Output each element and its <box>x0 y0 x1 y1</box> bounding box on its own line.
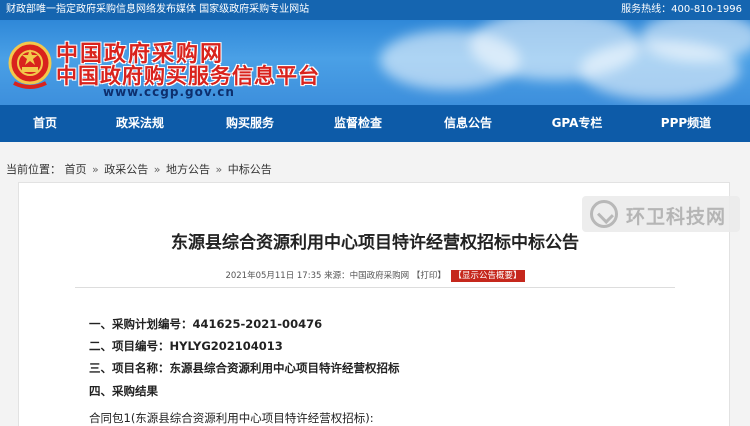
nav-item-services[interactable]: 购买服务 <box>200 105 300 142</box>
article-source: 来源：中国政府采购网 <box>324 271 410 281</box>
contract-package-line: 合同包1(东源县综合资源利用中心项目特许经营权招标): <box>89 411 374 425</box>
watermark-logo-icon <box>590 200 618 228</box>
breadcrumb-label: 当前位置： <box>6 163 61 176</box>
breadcrumb-award[interactable]: 中标公告 <box>228 163 272 176</box>
site-banner: 中国政府采购网 中国政府购买服务信息平台 www.ccgp.gov.cn <box>0 20 750 105</box>
nav-item-regulations[interactable]: 政采法规 <box>90 105 190 142</box>
project-number: 二、项目编号：HYLYG202104013 <box>89 339 283 353</box>
nav-item-supervision[interactable]: 监督检查 <box>308 105 408 142</box>
nav-item-ppp[interactable]: PPP频道 <box>636 105 736 142</box>
breadcrumb-separator: » <box>215 163 223 176</box>
service-hotline: 服务热线：400-810-1996 <box>621 4 742 15</box>
site-url: www.ccgp.gov.cn <box>103 85 235 99</box>
site-tagline: 财政部唯一指定政府采购信息网络发布媒体 国家级政府采购专业网站 <box>6 4 310 15</box>
watermark: 环卫科技网 <box>582 196 740 232</box>
procurement-plan-number: 一、采购计划编号：441625-2021-00476 <box>89 317 323 331</box>
nav-item-gpa[interactable]: GPA专栏 <box>527 105 627 142</box>
project-name: 三、项目名称：东源县综合资源利用中心项目特许经营权招标 <box>89 361 400 375</box>
main-nav: 首页 政采法规 购买服务 监督检查 信息公告 GPA专栏 PPP频道 <box>0 105 750 142</box>
top-strip: 财政部唯一指定政府采购信息网络发布媒体 国家级政府采购专业网站 服务热线：400… <box>0 0 750 20</box>
national-emblem-icon <box>8 41 52 89</box>
breadcrumb-local[interactable]: 地方公告 <box>166 163 210 176</box>
breadcrumb-separator: » <box>92 163 99 176</box>
article-meta: 2021年05月11日 17:35 来源：中国政府采购网 【打印】 【显示公告概… <box>19 269 731 282</box>
nav-item-home[interactable]: 首页 <box>0 105 95 142</box>
breadcrumb-procurement[interactable]: 政采公告 <box>104 163 148 176</box>
breadcrumb-separator: » <box>153 163 161 176</box>
show-summary-button[interactable]: 【显示公告概要】 <box>450 270 525 282</box>
watermark-text: 环卫科技网 <box>626 206 727 228</box>
print-button[interactable]: 【打印】 <box>412 271 446 281</box>
meta-divider <box>75 287 675 288</box>
breadcrumb-home[interactable]: 首页 <box>65 163 87 176</box>
procurement-result-heading: 四、采购结果 <box>89 384 158 398</box>
breadcrumb: 当前位置： 首页 » 政采公告 » 地方公告 » 中标公告 <box>6 161 272 177</box>
nav-item-notices[interactable]: 信息公告 <box>418 105 518 142</box>
publish-date: 2021年05月11日 17:35 <box>225 271 322 281</box>
